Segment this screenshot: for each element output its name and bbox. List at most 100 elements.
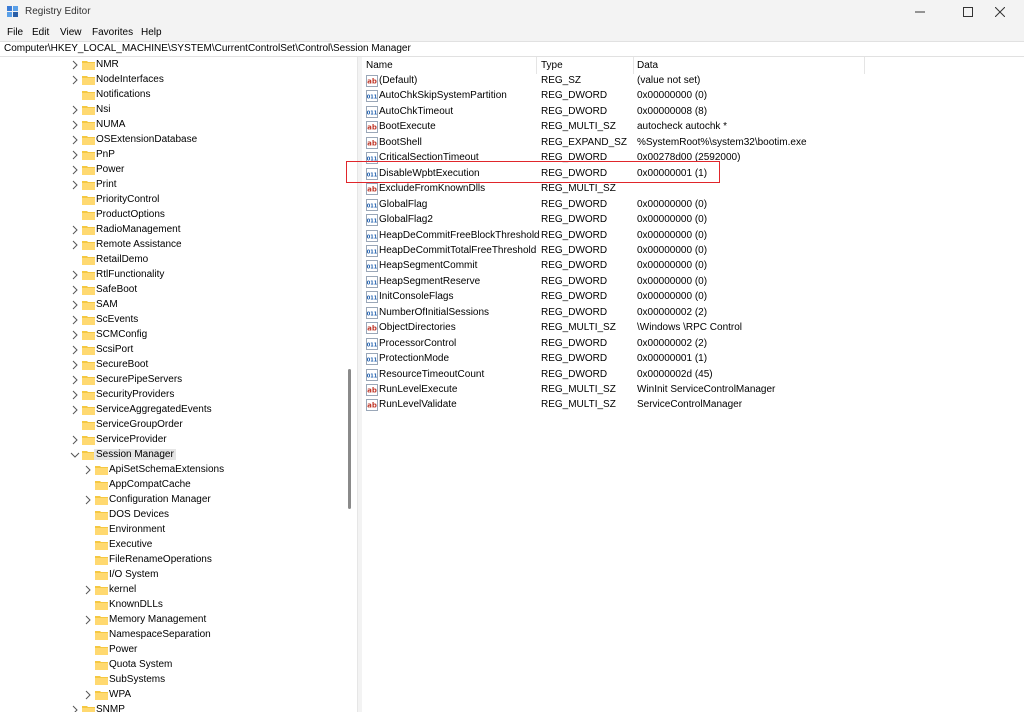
- chevron-right-icon[interactable]: [83, 494, 93, 506]
- value-row[interactable]: 011 ResourceTimeoutCount REG_DWORD 0x000000…: [362, 368, 1024, 383]
- tree-item[interactable]: RtlFunctionality: [0, 268, 340, 283]
- menu-edit[interactable]: Edit: [32, 27, 49, 38]
- chevron-right-icon[interactable]: [70, 389, 80, 401]
- tree-item[interactable]: Print: [0, 178, 340, 193]
- tree-item[interactable]: ApiSetSchemaExtensions: [0, 463, 340, 478]
- menu-view[interactable]: View: [60, 27, 82, 38]
- tree-item[interactable]: Configuration Manager: [0, 493, 340, 508]
- values-list-pane[interactable]: Name Type Data ab (Default) REG_SZ (value n…: [362, 57, 1024, 712]
- value-row[interactable]: ab RunLevelExecute REG_MULTI_SZ WinInit Ser…: [362, 383, 1024, 398]
- chevron-right-icon[interactable]: [70, 59, 80, 71]
- value-row[interactable]: 011 HeapDeCommitTotalFreeThreshold REG_DWO…: [362, 244, 1024, 259]
- column-header-type[interactable]: Type: [541, 60, 563, 71]
- tree-scrollbar[interactable]: [344, 57, 354, 712]
- tree-item[interactable]: Nsi: [0, 103, 340, 118]
- chevron-right-icon[interactable]: [83, 584, 93, 596]
- value-row[interactable]: 011 InitConsoleFlags REG_DWORD 0x00000000 (…: [362, 290, 1024, 305]
- tree-item[interactable]: ServiceProvider: [0, 433, 340, 448]
- close-button[interactable]: [976, 0, 1024, 24]
- tree-item[interactable]: ServiceAggregatedEvents: [0, 403, 340, 418]
- tree-item[interactable]: SNMP: [0, 703, 340, 712]
- tree-item[interactable]: NodeInterfaces: [0, 73, 340, 88]
- tree-item[interactable]: NamespaceSeparation: [0, 628, 340, 643]
- chevron-right-icon[interactable]: [70, 314, 80, 326]
- tree-item[interactable]: SecureBoot: [0, 358, 340, 373]
- chevron-right-icon[interactable]: [70, 179, 80, 191]
- chevron-right-icon[interactable]: [70, 284, 80, 296]
- tree-item[interactable]: SAM: [0, 298, 340, 313]
- tree-item[interactable]: PriorityControl: [0, 193, 340, 208]
- chevron-right-icon[interactable]: [70, 344, 80, 356]
- value-row[interactable]: ab BootExecute REG_MULTI_SZ autocheck autoc…: [362, 120, 1024, 135]
- address-bar[interactable]: Computer\HKEY_LOCAL_MACHINE\SYSTEM\Curre…: [0, 41, 1024, 57]
- chevron-right-icon[interactable]: [70, 149, 80, 161]
- menu-favorites[interactable]: Favorites: [92, 27, 133, 38]
- tree-item[interactable]: RadioManagement: [0, 223, 340, 238]
- chevron-right-icon[interactable]: [70, 359, 80, 371]
- tree-item[interactable]: Memory Management: [0, 613, 340, 628]
- tree-item[interactable]: Environment: [0, 523, 340, 538]
- value-row[interactable]: ab ExcludeFromKnownDlls REG_MULTI_SZ: [362, 182, 1024, 197]
- chevron-right-icon[interactable]: [70, 119, 80, 131]
- tree-item[interactable]: ServiceGroupOrder: [0, 418, 340, 433]
- tree-item[interactable]: SecurityProviders: [0, 388, 340, 403]
- chevron-right-icon[interactable]: [70, 374, 80, 386]
- tree-item[interactable]: Notifications: [0, 88, 340, 103]
- tree-item[interactable]: Quota System: [0, 658, 340, 673]
- menu-file[interactable]: File: [7, 27, 23, 38]
- column-header-data[interactable]: Data: [637, 60, 658, 71]
- value-row[interactable]: ab ObjectDirectories REG_MULTI_SZ \Windows …: [362, 321, 1024, 336]
- value-row[interactable]: 011 AutoChkTimeout REG_DWORD 0x00000008 (8): [362, 105, 1024, 120]
- tree-item[interactable]: kernel: [0, 583, 340, 598]
- chevron-right-icon[interactable]: [70, 329, 80, 341]
- value-row[interactable]: 011 GlobalFlag2 REG_DWORD 0x00000000 (0): [362, 213, 1024, 228]
- column-header-name[interactable]: Name: [366, 60, 393, 71]
- chevron-down-icon[interactable]: [70, 449, 80, 461]
- tree-item[interactable]: SubSystems: [0, 673, 340, 688]
- chevron-right-icon[interactable]: [70, 74, 80, 86]
- value-row[interactable]: 011 GlobalFlag REG_DWORD 0x00000000 (0): [362, 198, 1024, 213]
- tree-item[interactable]: KnownDLLs: [0, 598, 340, 613]
- tree-item[interactable]: NMR: [0, 58, 340, 73]
- tree-item[interactable]: SCMConfig: [0, 328, 340, 343]
- tree-scroll-thumb[interactable]: [348, 369, 351, 509]
- tree-item[interactable]: Power: [0, 163, 340, 178]
- value-row[interactable]: 011 HeapSegmentReserve REG_DWORD 0x00000000…: [362, 275, 1024, 290]
- tree-item[interactable]: FileRenameOperations: [0, 553, 340, 568]
- address-path[interactable]: Computer\HKEY_LOCAL_MACHINE\SYSTEM\Curre…: [4, 43, 411, 54]
- tree-item[interactable]: RetailDemo: [0, 253, 340, 268]
- tree-item[interactable]: Executive: [0, 538, 340, 553]
- value-row[interactable]: 011 NumberOfInitialSessions REG_DWORD 0x000…: [362, 306, 1024, 321]
- chevron-right-icon[interactable]: [70, 104, 80, 116]
- chevron-right-icon[interactable]: [83, 464, 93, 476]
- tree-item[interactable]: Power: [0, 643, 340, 658]
- value-row[interactable]: 011 HeapSegmentCommit REG_DWORD 0x00000000 …: [362, 259, 1024, 274]
- column-separator[interactable]: [864, 57, 865, 74]
- column-separator[interactable]: [536, 57, 537, 74]
- chevron-right-icon[interactable]: [70, 434, 80, 446]
- value-row[interactable]: 011 ProtectionMode REG_DWORD 0x00000001 (1): [362, 352, 1024, 367]
- tree-item[interactable]: SafeBoot: [0, 283, 340, 298]
- tree-item[interactable]: Remote Assistance: [0, 238, 340, 253]
- tree-item[interactable]: I/O System: [0, 568, 340, 583]
- value-row[interactable]: ab RunLevelValidate REG_MULTI_SZ ServiceCon…: [362, 398, 1024, 413]
- tree-item[interactable]: PnP: [0, 148, 340, 163]
- tree-item[interactable]: OSExtensionDatabase: [0, 133, 340, 148]
- value-row[interactable]: 011 AutoChkSkipSystemPartition REG_DWORD 0x…: [362, 89, 1024, 104]
- tree-item[interactable]: AppCompatCache: [0, 478, 340, 493]
- tree-item[interactable]: ScsiPort: [0, 343, 340, 358]
- minimize-button[interactable]: [896, 0, 944, 24]
- chevron-right-icon[interactable]: [70, 269, 80, 281]
- chevron-right-icon[interactable]: [70, 704, 80, 712]
- tree-item[interactable]: SecurePipeServers: [0, 373, 340, 388]
- tree-item[interactable]: ProductOptions: [0, 208, 340, 223]
- chevron-right-icon[interactable]: [70, 224, 80, 236]
- chevron-right-icon[interactable]: [70, 164, 80, 176]
- tree-item[interactable]: NUMA: [0, 118, 340, 133]
- chevron-right-icon[interactable]: [70, 239, 80, 251]
- menu-help[interactable]: Help: [141, 27, 162, 38]
- value-row[interactable]: 011 HeapDeCommitFreeBlockThreshold REG_DWO…: [362, 229, 1024, 244]
- tree-item[interactable]: DOS Devices: [0, 508, 340, 523]
- tree-item[interactable]: ScEvents: [0, 313, 340, 328]
- value-row[interactable]: ab (Default) REG_SZ (value not set): [362, 74, 1024, 89]
